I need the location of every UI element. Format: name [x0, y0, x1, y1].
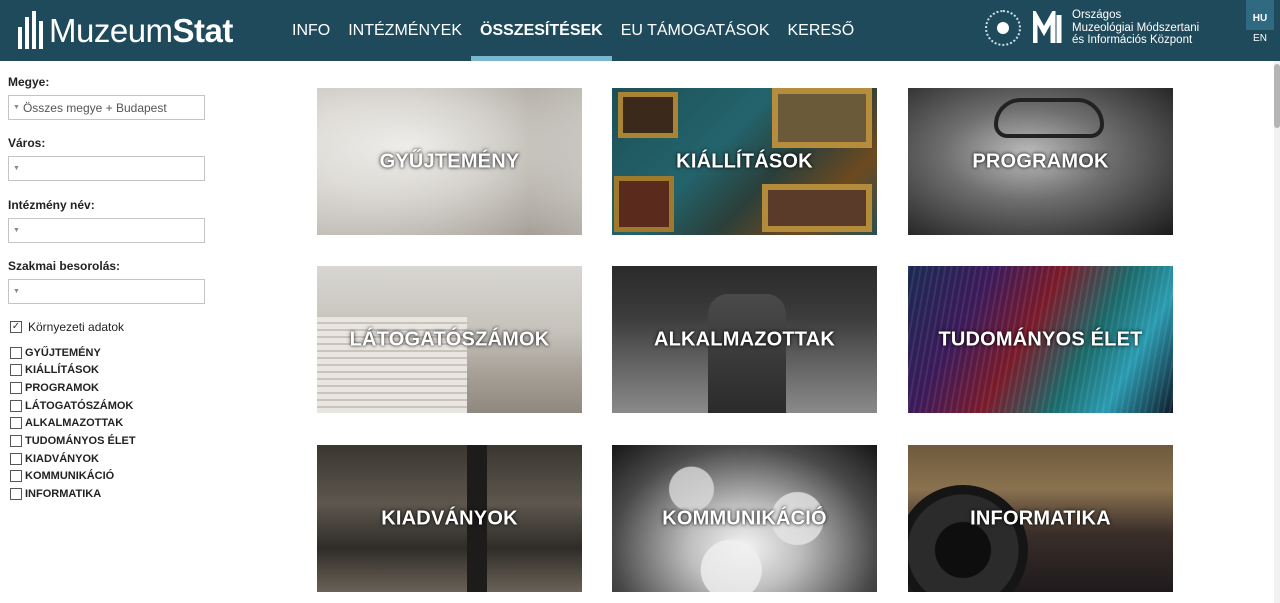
portrait-image [994, 98, 1104, 138]
szakmai-select[interactable]: ▼ [8, 279, 205, 304]
tile-kiadvanyok[interactable]: KIADVÁNYOK [317, 445, 582, 592]
lang-en[interactable]: EN [1246, 30, 1274, 60]
nav-intezmenyek[interactable]: INTÉZMÉNYEK [339, 0, 471, 61]
tile-label: INFORMATIKA [970, 507, 1111, 529]
painting-frame-image [772, 88, 872, 148]
checkbox-icon [10, 470, 22, 482]
checkbox-icon [10, 453, 22, 465]
category-label: GYŰJTEMÉNY [25, 347, 101, 359]
painting-frame-image [614, 176, 674, 232]
checkbox-icon [10, 435, 22, 447]
nav-eu-tamogatasok[interactable]: EU TÁMOGATÁSOK [612, 0, 779, 61]
checkbox-icon [10, 488, 22, 500]
env-data-checkbox[interactable]: ✓ Környezeti adatok [10, 320, 124, 334]
category-label: PROGRAMOK [25, 382, 99, 394]
caret-down-icon: ▼ [13, 227, 20, 234]
varos-label: Város: [8, 136, 46, 150]
checkbox-icon [10, 417, 22, 429]
category-checkbox-informatika[interactable]: INFORMATIKA [10, 488, 101, 500]
tile-label: LÁTOGATÓSZÁMOK [349, 328, 550, 350]
checkbox-icon [10, 364, 22, 376]
category-label: KIÁLLÍTÁSOK [25, 364, 99, 376]
logo-text-regular: Muzeum [49, 11, 173, 49]
omm-logo-icon[interactable] [1033, 11, 1067, 45]
camera-lens-image [908, 485, 1028, 592]
category-checkbox-alkalmazottak[interactable]: ALKALMAZOTTAK [10, 417, 123, 429]
megye-select-value: Összes megye + Budapest [22, 100, 167, 115]
omm-line-1: Országos [1072, 9, 1122, 21]
page-scrollbar-thumb[interactable] [1274, 64, 1280, 128]
main-nav: INFO INTÉZMÉNYEK ÖSSZESÍTÉSEK EU TÁMOGAT… [283, 0, 863, 61]
partner-seal-icon[interactable] [985, 10, 1021, 46]
lang-hu[interactable]: HU [1246, 0, 1274, 30]
checkbox-icon [10, 400, 22, 412]
nav-info[interactable]: INFO [283, 0, 339, 61]
tile-latogatoszamok[interactable]: LÁTOGATÓSZÁMOK [317, 266, 582, 413]
muzeumstat-logo[interactable]: MuzeumStat [18, 8, 233, 52]
category-label: ALKALMAZOTTAK [25, 417, 124, 429]
language-switcher: HU EN [1246, 0, 1274, 61]
checkmark-icon: ✓ [10, 321, 22, 333]
caret-down-icon: ▼ [13, 288, 20, 295]
intezmeny-label: Intézmény név: [8, 198, 95, 212]
tile-label: ALKALMAZOTTAK [653, 328, 836, 350]
szakmai-label: Szakmai besorolás: [8, 259, 121, 273]
omm-logo-text[interactable]: Országos Muzeológiai Módszertani és Info… [1072, 9, 1199, 47]
painting-frame-image [762, 184, 872, 232]
tile-tudomanyos-elet[interactable]: TUDOMÁNYOS ÉLET [908, 266, 1173, 413]
nav-osszesitesek[interactable]: ÖSSZESÍTÉSEK [471, 0, 612, 61]
category-checkbox-kommunikacio[interactable]: KOMMUNIKÁCIÓ [10, 470, 114, 482]
nav-kereso[interactable]: KERESŐ [778, 0, 863, 61]
page-scrollbar[interactable] [1274, 61, 1280, 603]
tile-label: KOMMUNIKÁCIÓ [662, 507, 827, 529]
tile-label: TUDOMÁNYOS ÉLET [938, 328, 1143, 350]
category-checkbox-kiadvanyok[interactable]: KIADVÁNYOK [10, 453, 99, 465]
tile-label: KIÁLLÍTÁSOK [676, 150, 813, 172]
category-label: INFORMATIKA [25, 488, 102, 500]
category-checkbox-latogatoszamok[interactable]: LÁTOGATÓSZÁMOK [10, 400, 133, 412]
omm-line-3: és Információs Központ [1072, 34, 1193, 46]
category-checkbox-programok[interactable]: PROGRAMOK [10, 382, 99, 394]
omm-line-2: Muzeológiai Módszertani [1072, 21, 1200, 34]
category-label: KOMMUNIKÁCIÓ [25, 470, 115, 482]
category-checkbox-kiallitasok[interactable]: KIÁLLÍTÁSOK [10, 364, 99, 376]
megye-label: Megye: [8, 75, 50, 89]
tile-label: GYŰJTEMÉNY [379, 150, 520, 172]
category-label: LÁTOGATÓSZÁMOK [25, 400, 134, 412]
category-label: KIADVÁNYOK [25, 453, 99, 465]
tile-kiallitasok[interactable]: KIÁLLÍTÁSOK [612, 88, 877, 235]
category-label: TUDOMÁNYOS ÉLET [25, 435, 136, 447]
tile-informatika[interactable]: INFORMATIKA [908, 445, 1173, 592]
tile-alkalmazottak[interactable]: ALKALMAZOTTAK [612, 266, 877, 413]
painting-frame-image [618, 92, 678, 138]
top-navigation-bar: MuzeumStat INFO INTÉZMÉNYEK ÖSSZESÍTÉSEK… [0, 0, 1280, 61]
logo-text: MuzeumStat [49, 14, 233, 47]
varos-select[interactable]: ▼ [8, 156, 205, 181]
intezmeny-select[interactable]: ▼ [8, 218, 205, 243]
megye-select[interactable]: ▼ Összes megye + Budapest [8, 95, 205, 120]
caret-down-icon: ▼ [13, 104, 20, 111]
category-checkbox-gyujtemeny[interactable]: GYŰJTEMÉNY [10, 347, 101, 359]
tile-label: PROGRAMOK [972, 150, 1109, 172]
logo-text-bold: Stat [172, 11, 234, 49]
tile-label: KIADVÁNYOK [381, 507, 518, 529]
env-data-label: Környezeti adatok [28, 320, 125, 334]
category-checkbox-tudomanyos-elet[interactable]: TUDOMÁNYOS ÉLET [10, 435, 136, 447]
checkbox-icon [10, 382, 22, 394]
tile-programok[interactable]: PROGRAMOK [908, 88, 1173, 235]
chair-image [708, 294, 786, 413]
bar-chart-icon [18, 11, 43, 49]
tile-kommunikacio[interactable]: KOMMUNIKÁCIÓ [612, 445, 877, 592]
tile-gyujtemeny[interactable]: GYŰJTEMÉNY [317, 88, 582, 235]
checkbox-icon [10, 347, 22, 359]
caret-down-icon: ▼ [13, 165, 20, 172]
